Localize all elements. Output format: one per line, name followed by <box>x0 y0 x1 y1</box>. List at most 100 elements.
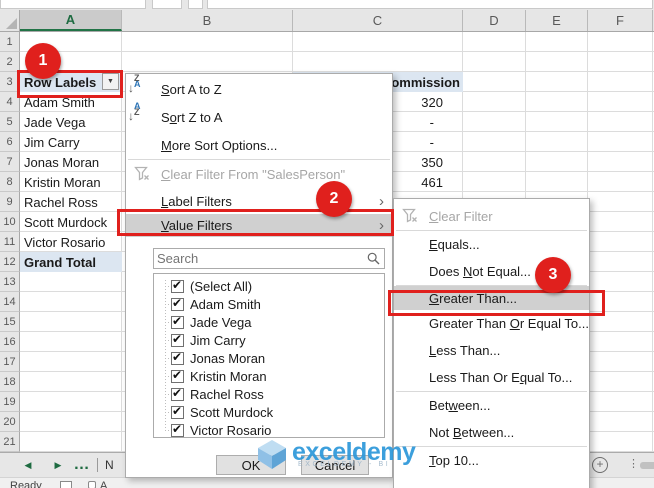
cell-A6[interactable]: Jim Carry <box>20 132 122 152</box>
filter-value-list: ✔ (Select All) ✔ Adam Smith ✔ Jade Vega ✔ Jim C… <box>153 273 385 438</box>
formula-bar-input[interactable] <box>207 0 653 9</box>
filter-check-jim-carry[interactable]: ✔ Jim Carry <box>154 331 384 349</box>
cell-A9[interactable]: Rachel Ross <box>20 192 122 212</box>
menu-item-not-between[interactable]: Not Between... <box>394 419 589 446</box>
checkbox-checked[interactable]: ✔ <box>171 421 184 437</box>
row-header-13[interactable]: 13 <box>0 272 20 292</box>
insert-function-button[interactable] <box>188 0 203 9</box>
filter-check-select-all[interactable]: ✔ (Select All) <box>154 277 384 295</box>
filter-check-jonas-moran[interactable]: ✔ Jonas Moran <box>154 349 384 367</box>
ok-button[interactable]: OK <box>216 455 286 475</box>
row-header-16[interactable]: 16 <box>0 332 20 352</box>
filter-check-rachel-ross[interactable]: ✔ Rachel Ross <box>154 385 384 403</box>
row-header-21[interactable]: 21 <box>0 432 20 452</box>
clear-filter-icon <box>402 208 420 225</box>
row-header-2[interactable]: 2 <box>0 52 20 72</box>
new-sheet-icon[interactable]: + <box>592 457 608 473</box>
filter-value-label: Victor Rosario <box>190 422 272 438</box>
search-icon[interactable] <box>367 252 380 270</box>
checkbox-checked[interactable]: ✔ <box>171 314 184 329</box>
check-mark-icon: ✔ <box>172 421 183 436</box>
tab-divider <box>97 458 98 472</box>
check-mark-icon: ✔ <box>172 331 183 346</box>
row-header-14[interactable]: 14 <box>0 292 20 312</box>
cancel-button[interactable]: Cancel <box>301 455 369 475</box>
menu-item-top-10[interactable]: Top 10... <box>394 447 589 474</box>
row-header-6[interactable]: 6 <box>0 132 20 152</box>
menu-item-less-than-or-equal-to[interactable]: Less Than Or Equal To... <box>394 364 589 391</box>
row-header-9[interactable]: 9 <box>0 192 20 212</box>
horizontal-scrollbar[interactable] <box>640 462 654 469</box>
column-header-f[interactable]: F <box>588 10 653 31</box>
checkbox-checked[interactable]: ✔ <box>171 277 184 293</box>
filter-check-jade-vega[interactable]: ✔ Jade Vega <box>154 313 384 331</box>
row-header-11[interactable]: 11 <box>0 232 20 252</box>
column-header-a[interactable]: A <box>20 10 122 31</box>
value-filters-submenu: Clear Filter Equals... Does Not Equal... Gr… <box>393 198 590 488</box>
row-header-5[interactable]: 5 <box>0 112 20 132</box>
filter-check-kristin-moran[interactable]: ✔ Kristin Moran <box>154 367 384 385</box>
step-3-badge: 3 <box>535 257 571 293</box>
more-sheets-icon[interactable]: … <box>72 453 92 477</box>
macro-record-icon[interactable] <box>60 481 72 488</box>
cell-A5[interactable]: Jade Vega <box>20 112 122 132</box>
menu-item-sort-z-to-a[interactable]: Z A ↓ Sort Z to A <box>126 100 392 131</box>
prev-sheet-icon[interactable]: ◀ <box>18 453 38 477</box>
filter-value-label: Rachel Ross <box>190 386 264 402</box>
column-header-d[interactable]: D <box>463 10 526 31</box>
column-header-row: ABCDEF <box>0 10 654 32</box>
search-input[interactable] <box>154 249 364 268</box>
check-mark-icon: ✔ <box>172 367 183 382</box>
column-header-b[interactable]: B <box>122 10 293 31</box>
sort-za-icon: Z A ↓ <box>128 100 141 123</box>
clear-filter-icon <box>134 166 152 183</box>
select-all-corner[interactable] <box>0 10 20 31</box>
tab-scroll-grip-icon[interactable]: ⋮ <box>628 457 639 470</box>
name-box[interactable] <box>0 0 146 9</box>
menu-item-less-than[interactable]: Less Than... <box>394 337 589 364</box>
check-mark-icon: ✔ <box>172 385 183 400</box>
row-header-10[interactable]: 10 <box>0 212 20 232</box>
row-header-15[interactable]: 15 <box>0 312 20 332</box>
filter-value-label: Jade Vega <box>190 314 252 330</box>
next-sheet-icon[interactable]: ▶ <box>48 453 68 477</box>
row-header-1[interactable]: 1 <box>0 32 20 52</box>
step-1-badge: 1 <box>25 43 61 79</box>
accessibility-icon[interactable] <box>88 481 96 488</box>
checkbox-checked[interactable]: ✔ <box>171 296 184 311</box>
menu-item-sort-a-to-z[interactable]: A Z ↓ Sort A to Z <box>126 73 392 103</box>
cell-A8[interactable]: Kristin Moran <box>20 172 122 192</box>
menu-item-equals[interactable]: Equals... <box>394 231 589 258</box>
formula-bar-sliver <box>0 0 654 10</box>
step-2-badge: 2 <box>316 181 352 217</box>
row-header-18[interactable]: 18 <box>0 372 20 392</box>
formula-buttons[interactable] <box>152 0 182 9</box>
row-header-19[interactable]: 19 <box>0 392 20 412</box>
filter-check-victor-rosario[interactable]: ✔ Victor Rosario <box>154 421 384 438</box>
checkbox-checked[interactable]: ✔ <box>171 350 184 365</box>
row-header-7[interactable]: 7 <box>0 152 20 172</box>
cell-A12[interactable]: Grand Total <box>20 252 122 272</box>
column-header-c[interactable]: C <box>293 10 463 31</box>
checkbox-checked[interactable]: ✔ <box>171 367 184 383</box>
filter-value-label: Jonas Moran <box>190 350 266 366</box>
cell-A10[interactable]: Scott Murdock <box>20 212 122 232</box>
checkbox-checked[interactable]: ✔ <box>171 404 184 419</box>
menu-item-more-sort-options[interactable]: More Sort Options... <box>126 131 392 159</box>
menu-item-between[interactable]: Between... <box>394 392 589 419</box>
filter-check-scott-murdock[interactable]: ✔ Scott Murdock <box>154 403 384 421</box>
sheet-tab[interactable]: N <box>105 453 114 477</box>
cell-A11[interactable]: Victor Rosario <box>20 232 122 252</box>
checkbox-checked[interactable]: ✔ <box>171 331 184 347</box>
row-header-12[interactable]: 12 <box>0 252 20 272</box>
row-header-20[interactable]: 20 <box>0 412 20 432</box>
pivot-filter-dropdown-menu: A Z ↓ Sort A to Z Z A ↓ Sort Z to A More Sort Op… <box>125 73 393 478</box>
ready-status: Ready <box>10 480 42 488</box>
column-header-e[interactable]: E <box>526 10 588 31</box>
row-header-17[interactable]: 17 <box>0 352 20 372</box>
filter-check-adam-smith[interactable]: ✔ Adam Smith <box>154 295 384 313</box>
checkbox-checked[interactable]: ✔ <box>171 385 184 401</box>
row-header-8[interactable]: 8 <box>0 172 20 192</box>
cell-A7[interactable]: Jonas Moran <box>20 152 122 172</box>
check-mark-icon: ✔ <box>172 277 183 292</box>
